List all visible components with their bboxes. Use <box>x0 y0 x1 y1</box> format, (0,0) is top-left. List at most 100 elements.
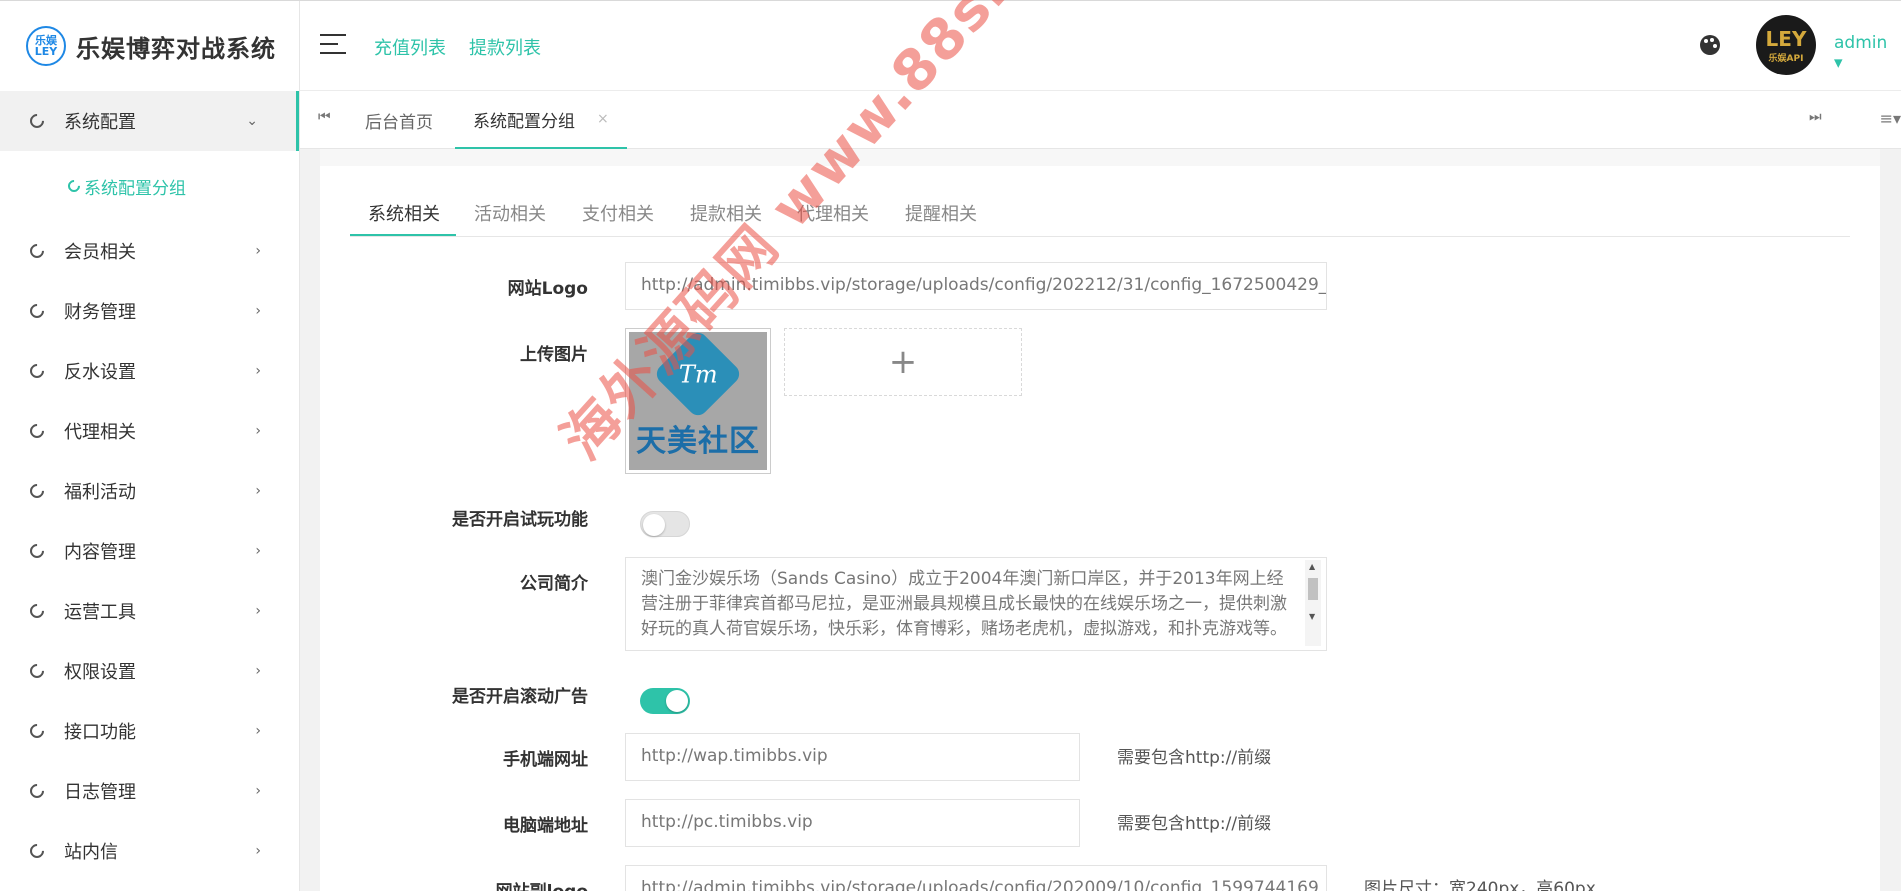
withdraw-list-link[interactable]: 提款列表 <box>469 34 541 60</box>
circle-icon <box>27 541 47 561</box>
sidebar-subitem-label: 系统配置分组 <box>84 178 186 199</box>
brand-logo-icon: 乐娱 LEY <box>26 26 66 66</box>
scroll-ad-label: 是否开启滚动广告 <box>452 687 588 707</box>
tab-withdraw[interactable]: 提款相关 <box>690 200 762 226</box>
pc-url-label: 电脑端地址 <box>503 816 588 836</box>
brand-name: 乐娱博弈对战系统 <box>76 34 276 63</box>
palette-icon[interactable] <box>1700 35 1720 55</box>
circle-icon <box>27 111 47 131</box>
chevron-right-icon: › <box>255 303 261 319</box>
page-tabs-bar: ⏮ 后台首页 系统配置分组 × ⏭ ≡▾ <box>300 91 1901 149</box>
thumbnail-image: Tm 天美社区 <box>629 328 767 470</box>
circle-icon <box>65 177 83 195</box>
sidebar-item-welfare[interactable]: 福利活动 › <box>0 461 299 521</box>
sidebar-item-logs[interactable]: 日志管理 › <box>0 761 299 821</box>
sidebar-item-permissions[interactable]: 权限设置 › <box>0 641 299 701</box>
trial-toggle[interactable] <box>640 511 690 537</box>
sub-logo-input[interactable]: http://admin.timibbs.vip/storage/uploads… <box>625 865 1327 891</box>
company-intro-textarea[interactable]: 澳门金沙娱乐场（Sands Casino）成立于2004年澳门新口岸区，并于20… <box>625 557 1327 651</box>
sidebar-item-content[interactable]: 内容管理 › <box>0 521 299 581</box>
sidebar-item-messages[interactable]: 站内信 › <box>0 821 299 881</box>
sidebar-item-operations[interactable]: 运营工具 › <box>0 581 299 641</box>
caret-down-icon: ▾ <box>1834 53 1843 73</box>
user-menu[interactable]: admin ▾ <box>1834 33 1901 73</box>
circle-icon <box>27 781 47 801</box>
sidebar: 乐娱 LEY 乐娱博弈对战系统 系统配置 ⌄ 系统配置分组 会员相关 › 财务管… <box>0 1 300 891</box>
tabs-menu-icon[interactable]: ≡▾ <box>1880 109 1901 128</box>
scroll-up-icon[interactable]: ▲ <box>1309 562 1315 571</box>
sidebar-item-label: 运营工具 <box>64 602 136 623</box>
mobile-url-label: 手机端网址 <box>503 750 588 770</box>
chevron-down-icon: ⌄ <box>246 113 258 129</box>
chevron-right-icon: › <box>255 783 261 799</box>
sidebar-item-members[interactable]: 会员相关 › <box>0 221 299 281</box>
tab-activity[interactable]: 活动相关 <box>474 200 546 226</box>
circle-icon <box>27 601 47 621</box>
brand[interactable]: 乐娱 LEY 乐娱博弈对战系统 <box>0 1 299 91</box>
sidebar-item-api[interactable]: 接口功能 › <box>0 701 299 761</box>
tab-dashboard[interactable]: 后台首页 <box>365 91 433 149</box>
sidebar-subitem-config-group[interactable]: 系统配置分组 <box>0 151 299 221</box>
chevron-right-icon: › <box>255 843 261 859</box>
tab-config-group[interactable]: 系统配置分组 × <box>455 91 627 149</box>
chevron-right-icon: › <box>255 663 261 679</box>
tm-logo-icon: Tm <box>652 328 744 420</box>
upload-image-label: 上传图片 <box>520 345 588 365</box>
chevron-right-icon: › <box>255 243 261 259</box>
card-top-strip <box>320 149 1880 166</box>
menu-toggle-icon[interactable] <box>320 34 346 54</box>
active-tab-indicator <box>350 234 456 236</box>
top-header: 充值列表 提款列表 LEY 乐娱API admin ▾ <box>300 1 1901 91</box>
circle-icon <box>27 241 47 261</box>
sidebar-item-finance[interactable]: 财务管理 › <box>0 281 299 341</box>
pc-url-hint: 需要包含http://前缀 <box>1117 814 1272 834</box>
circle-icon <box>27 721 47 741</box>
circle-icon <box>27 661 47 681</box>
close-icon[interactable]: × <box>597 111 609 127</box>
sidebar-item-label: 代理相关 <box>64 422 136 443</box>
toggle-knob <box>643 514 665 536</box>
avatar-text: LEY <box>1765 26 1807 51</box>
sidebar-item-label: 日志管理 <box>64 782 136 803</box>
sidebar-item-label: 系统配置 <box>64 112 136 133</box>
sidebar-item-label: 反水设置 <box>64 362 136 383</box>
circle-icon <box>27 421 47 441</box>
site-logo-input[interactable]: http://admin.timibbs.vip/storage/uploads… <box>625 262 1327 310</box>
sidebar-item-label: 内容管理 <box>64 542 136 563</box>
scroll-ad-toggle[interactable] <box>640 688 690 714</box>
sub-logo-label: 网站副logo <box>388 877 588 891</box>
sidebar-item-system-config[interactable]: 系统配置 ⌄ <box>0 91 299 151</box>
mobile-url-hint: 需要包含http://前缀 <box>1117 748 1272 768</box>
circle-icon <box>27 361 47 381</box>
sidebar-item-label: 会员相关 <box>64 242 136 263</box>
uploaded-image-thumbnail[interactable]: Tm 天美社区 <box>625 328 771 474</box>
sidebar-item-agents[interactable]: 代理相关 › <box>0 401 299 461</box>
recharge-list-link[interactable]: 充值列表 <box>374 34 446 60</box>
config-tabs: 系统相关 活动相关 支付相关 提款相关 代理相关 提醒相关 <box>350 188 1850 237</box>
sidebar-item-label: 接口功能 <box>64 722 136 743</box>
circle-icon <box>27 301 47 321</box>
textarea-scrollbar[interactable]: ▲ ▼ <box>1305 560 1321 646</box>
chevron-right-icon: › <box>255 483 261 499</box>
tab-system[interactable]: 系统相关 <box>368 200 440 226</box>
chevron-right-icon: › <box>255 363 261 379</box>
trial-label: 是否开启试玩功能 <box>452 510 588 530</box>
scrollbar-thumb[interactable] <box>1308 578 1318 600</box>
tab-reminder[interactable]: 提醒相关 <box>905 200 977 226</box>
scroll-down-icon[interactable]: ▼ <box>1309 612 1315 621</box>
toggle-knob <box>666 690 688 712</box>
tm-logo-text: Tm <box>678 359 718 388</box>
tab-payment[interactable]: 支付相关 <box>582 200 654 226</box>
pc-url-input[interactable]: http://pc.timibbs.vip <box>625 799 1080 847</box>
mobile-url-input[interactable]: http://wap.timibbs.vip <box>625 733 1080 781</box>
sub-logo-hint: 图片尺寸：宽240px，高60px <box>1364 879 1596 891</box>
sidebar-item-rebate[interactable]: 反水设置 › <box>0 341 299 401</box>
avatar[interactable]: LEY 乐娱API <box>1756 15 1816 75</box>
chevron-right-icon: › <box>255 723 261 739</box>
tab-agent[interactable]: 代理相关 <box>797 200 869 226</box>
tabs-next-icon[interactable]: ⏭ <box>1809 109 1822 125</box>
avatar-subtext: 乐娱API <box>1768 53 1804 64</box>
tab-label: 系统配置分组 <box>473 111 575 132</box>
upload-add-button[interactable]: + <box>784 328 1022 396</box>
tabs-prev-icon[interactable]: ⏮ <box>318 109 331 125</box>
